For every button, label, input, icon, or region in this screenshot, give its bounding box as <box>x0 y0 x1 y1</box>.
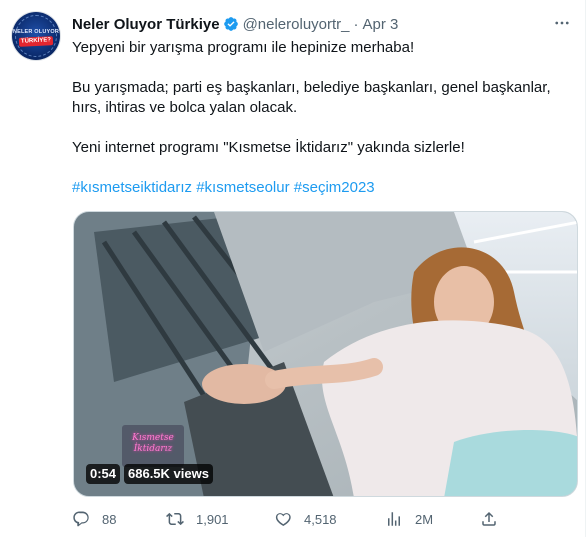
like-button[interactable]: 4,518 <box>274 508 337 530</box>
video-duration: 0:54 <box>86 464 121 484</box>
video-views: 686.5K views <box>124 464 213 484</box>
reply-icon <box>73 511 89 527</box>
more-icon[interactable] <box>551 12 573 34</box>
reply-button[interactable]: 88 <box>72 508 116 530</box>
tweet-text-line: Yepyeni bir yarışma programı ile hepiniz… <box>72 39 415 56</box>
tweet[interactable]: NELER OLUYOR TÜRKİYE? Neler Oluyor Türki… <box>0 0 586 537</box>
tweet-actions: 88 1,901 4,518 2M <box>72 508 502 530</box>
show-logo-text: Kısmetse İktidarız <box>132 433 174 454</box>
header-separator: · <box>353 15 359 33</box>
retweet-icon <box>166 512 184 526</box>
retweet-count: 1,901 <box>196 511 229 527</box>
tweet-text-line: hırs, ihtiras ve bolca yalan olacak. <box>72 99 298 116</box>
tweet-time[interactable]: Apr 3 <box>363 16 399 33</box>
hashtag-link[interactable]: #seçim2023 <box>294 179 375 196</box>
avatar-text-top: NELER OLUYOR <box>12 29 60 35</box>
author-handle[interactable]: @neleroluyortr_ <box>243 16 350 33</box>
hashtag-link[interactable]: #kısmetseolur <box>196 179 289 196</box>
hashtag-link[interactable]: #kısmetseiktidarız <box>72 179 192 196</box>
like-icon <box>275 513 291 526</box>
hashtags: #kısmetseiktidarız #kısmetseolur #seçim2… <box>72 178 375 198</box>
avatar[interactable]: NELER OLUYOR TÜRKİYE? <box>12 12 60 60</box>
retweet-button[interactable]: 1,901 <box>166 508 229 530</box>
avatar-text-bottom: TÜRKİYE? <box>18 36 54 47</box>
video-player[interactable]: Kısmetse İktidarız 0:54 686.5K views <box>73 211 578 497</box>
share-button[interactable] <box>480 508 498 530</box>
tweet-header: Neler Oluyor Türkiye @neleroluyortr_ · A… <box>72 14 398 34</box>
share-icon <box>482 511 496 526</box>
verified-badge-icon <box>223 17 238 31</box>
like-count: 4,518 <box>304 511 337 527</box>
analytics-icon <box>388 512 400 526</box>
tweet-text-line: Bu yarışmada; parti eş başkanları, beled… <box>72 79 551 96</box>
tweet-text-line: Yeni internet programı "Kısmetse İktidar… <box>72 139 465 156</box>
author-name[interactable]: Neler Oluyor Türkiye <box>72 16 220 33</box>
show-logo: Kısmetse İktidarız <box>122 425 184 467</box>
reply-count: 88 <box>102 511 117 527</box>
analytics-button[interactable]: 2M <box>385 508 433 530</box>
views-count: 2M <box>415 511 434 527</box>
